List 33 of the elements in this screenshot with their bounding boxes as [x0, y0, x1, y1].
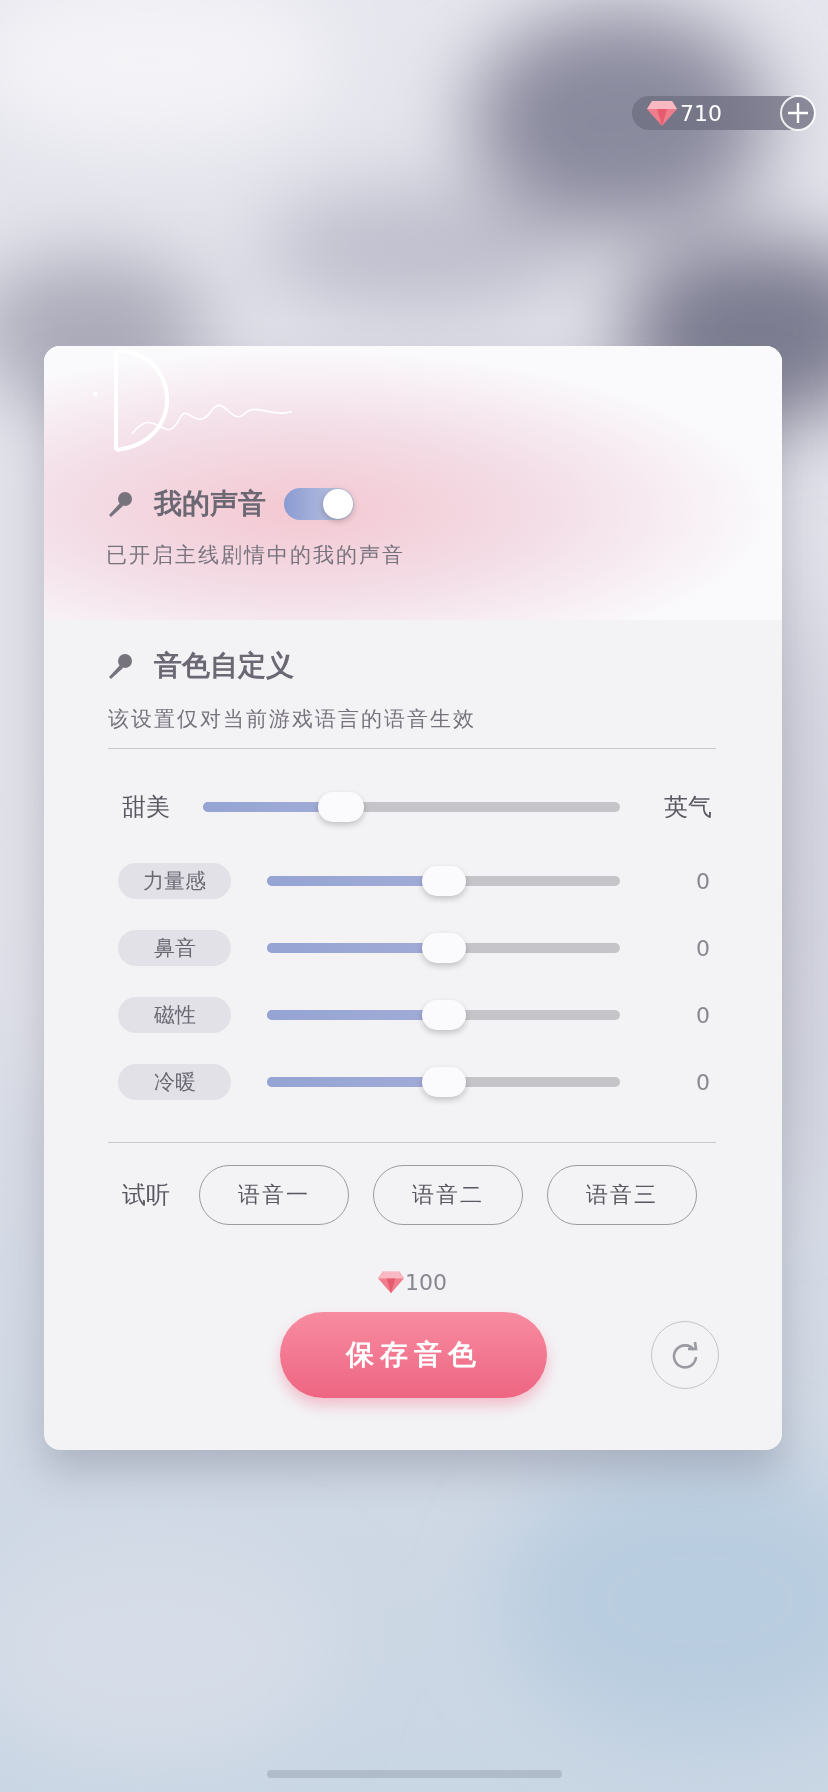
section-description: 该设置仅对当前游戏语言的语音生效 — [108, 706, 477, 733]
slider-thumb[interactable] — [421, 933, 466, 963]
adjustment-label: 冷暖 — [118, 1064, 231, 1100]
slider-value: 0 — [695, 1002, 711, 1028]
voice-toggle[interactable] — [284, 488, 354, 520]
slider-value: 0 — [695, 935, 711, 961]
slider-label: 甜美 — [121, 792, 171, 823]
adjustment-slider[interactable] — [267, 1067, 620, 1097]
timbre-slider[interactable] — [203, 792, 620, 822]
microphone-icon — [106, 490, 134, 518]
slider-value: 0 — [695, 868, 711, 894]
adjustment-label: 鼻音 — [118, 930, 231, 966]
diamond-icon — [377, 1270, 405, 1294]
slider-thumb[interactable] — [421, 1067, 466, 1097]
currency-amount: 710 — [680, 100, 723, 126]
cost-amount: 100 — [405, 1269, 447, 1295]
microphone-icon — [106, 652, 134, 680]
slider-value: 0 — [695, 1069, 711, 1095]
section-title: 我的声音 — [154, 486, 266, 522]
adjustment-slider[interactable] — [267, 866, 620, 896]
slider-thumb[interactable] — [421, 1000, 466, 1030]
adjustment-label: 磁性 — [118, 997, 231, 1033]
slider-thumb[interactable] — [421, 866, 466, 896]
slider-thumb[interactable] — [317, 792, 364, 822]
add-button[interactable] — [780, 95, 816, 131]
preview-label: 试听 — [121, 1180, 171, 1211]
section-description: 已开启主线剧情中的我的声音 — [106, 542, 406, 569]
diamond-icon — [646, 99, 678, 127]
adjustment-slider[interactable] — [267, 1000, 620, 1030]
section-title: 音色自定义 — [154, 648, 294, 684]
slider-label: 英气 — [663, 792, 713, 823]
adjustment-slider[interactable] — [267, 933, 620, 963]
adjustment-label: 力量感 — [118, 863, 231, 899]
